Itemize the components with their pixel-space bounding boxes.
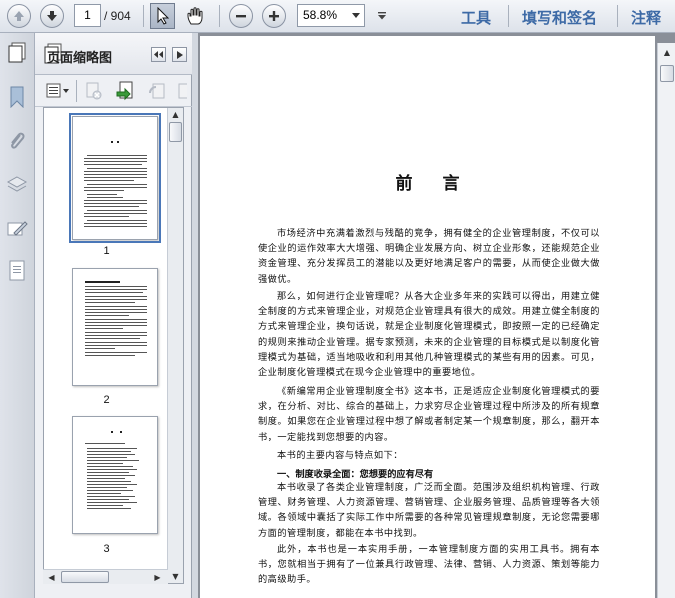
page-thumbnail-3[interactable] — [72, 416, 158, 534]
document-paragraph: 《新编常用企业管理制度全书》这本书，正是适应企业制度化管理模式的要求，在分析、对… — [258, 386, 600, 443]
arrow-up-icon — [14, 11, 24, 21]
document-paragraph: 那么，如何进行企业管理呢？从各大企业多年来的实践可以得出，用建立健全制度的方式来… — [258, 291, 600, 379]
toolbar-divider — [76, 80, 77, 102]
select-tool-button[interactable] — [150, 3, 175, 29]
scroll-right-button[interactable]: ▶ — [151, 571, 164, 584]
more-tools-button[interactable] — [175, 80, 189, 102]
document-page: 前 言 市场经济中充满着激烈与残酷的竞争，拥有健全的企业管理制度，不仅可以使企业… — [200, 36, 655, 598]
attachments-button[interactable] — [5, 129, 29, 153]
panel-header: 页面缩略图 — [35, 33, 192, 75]
thumbnail-horizontal-scrollbar[interactable]: ◀ ▶ — [43, 569, 168, 584]
signatures-button[interactable] — [5, 217, 29, 241]
chevron-down-icon — [351, 13, 360, 18]
hand-tool-button[interactable] — [183, 4, 207, 28]
collapse-panel-button[interactable] — [151, 47, 166, 62]
toolbar-divider — [617, 5, 618, 27]
thumbnails-panel: 页面缩略图 1 2 3 ▲ ▼ ◀ ▶ — [35, 33, 192, 598]
comment-tab[interactable]: 注释 — [631, 7, 661, 28]
previous-page-button[interactable] — [7, 4, 31, 28]
toolbar-divider — [143, 5, 144, 27]
minus-icon — [236, 15, 246, 18]
document-vertical-scrollbar[interactable]: ▲ — [657, 43, 675, 598]
hand-icon — [187, 7, 203, 25]
zoom-dropdown-button[interactable] — [347, 5, 364, 26]
page-count: / 904 — [104, 9, 131, 23]
page-thumbnail-1[interactable] — [69, 113, 161, 243]
panel-title: 页面缩略图 — [47, 51, 113, 66]
document-title: 前 言 — [395, 174, 472, 194]
delete-page-button[interactable] — [83, 80, 105, 102]
scroll-down-button[interactable]: ▼ — [169, 570, 182, 583]
page-icon — [178, 83, 187, 99]
tools-tab[interactable]: 工具 — [461, 7, 491, 28]
bookmark-icon — [10, 86, 24, 108]
fill-and-sign-tab[interactable]: 填写和签名 — [522, 7, 597, 28]
rotate-page-button[interactable] — [146, 80, 168, 102]
scroll-up-button[interactable]: ▲ — [660, 45, 674, 59]
document-paragraph: 本书的主要内容与特点如下： — [277, 450, 403, 461]
navigation-pane-strip — [0, 33, 35, 598]
rotate-page-icon — [149, 83, 165, 99]
document-paragraph: 此外，本书也是一本实用手册，一本管理制度方面的实用工具书。拥有本书，您就相当于拥… — [258, 544, 600, 586]
toolbar-divider — [508, 5, 509, 27]
arrow-down-icon — [47, 11, 57, 21]
chevron-down-icon — [378, 12, 386, 20]
thumbnail-vertical-scrollbar[interactable]: ▲ ▼ — [167, 108, 183, 583]
thumbnail-list[interactable]: 1 2 3 ▲ ▼ — [43, 107, 184, 584]
layers-button[interactable] — [5, 173, 29, 197]
toolbar-options-button[interactable] — [374, 8, 390, 24]
document-paragraph: 本书收录了各类企业管理制度，广泛而全面。范围涉及组织机构管理、行政管理、财务管理… — [258, 482, 600, 539]
bookmarks-button[interactable] — [5, 85, 29, 109]
scroll-thumb[interactable] — [61, 571, 109, 583]
list-options-icon — [46, 83, 69, 98]
insert-page-button[interactable] — [115, 80, 137, 102]
scroll-up-button[interactable]: ▲ — [169, 108, 182, 121]
document-icon — [9, 260, 25, 281]
scroll-left-button[interactable]: ◀ — [45, 571, 58, 584]
insert-page-icon — [116, 81, 133, 101]
cursor-icon — [157, 7, 169, 25]
page-thumbnail-2[interactable] — [72, 268, 158, 386]
pages-icon — [8, 42, 26, 63]
zoom-out-button[interactable] — [229, 4, 253, 28]
thumbnail-label: 1 — [103, 245, 110, 257]
thumbnail-label: 3 — [103, 543, 110, 555]
signature-pen-icon — [7, 221, 28, 236]
plus-icon — [269, 11, 279, 21]
delete-page-icon — [86, 82, 102, 100]
toolbar-divider — [219, 5, 220, 27]
page-thumbnails-button[interactable] — [5, 41, 29, 65]
zoom-in-button[interactable] — [262, 4, 286, 28]
chevron-right-icon — [176, 50, 183, 59]
scroll-thumb[interactable] — [169, 122, 182, 142]
document-paragraph: 市场经济中充满着激烈与残酷的竞争，拥有健全的企业管理制度，不仅可以使企业的运作效… — [258, 228, 600, 285]
layers-icon — [6, 176, 28, 192]
main-toolbar: 1 / 904 58.8% 工具 填写和签名 注释 — [0, 0, 675, 33]
content-button[interactable] — [5, 259, 29, 283]
next-page-button[interactable] — [40, 4, 64, 28]
thumbnail-label: 2 — [103, 394, 110, 406]
page-number-input[interactable]: 1 — [74, 4, 101, 27]
expand-panel-button[interactable] — [172, 47, 187, 62]
double-chevron-left-icon — [154, 51, 163, 58]
paperclip-icon — [11, 132, 25, 149]
options-menu-button[interactable] — [45, 80, 71, 102]
document-heading: 一、制度收录全面：您想要的应有尽有 — [277, 469, 434, 480]
scroll-thumb[interactable] — [660, 65, 674, 82]
panel-toolbar — [35, 75, 192, 107]
document-viewer: 前 言 市场经济中充满着激烈与残酷的竞争，拥有健全的企业管理制度，不仅可以使企业… — [198, 33, 675, 598]
